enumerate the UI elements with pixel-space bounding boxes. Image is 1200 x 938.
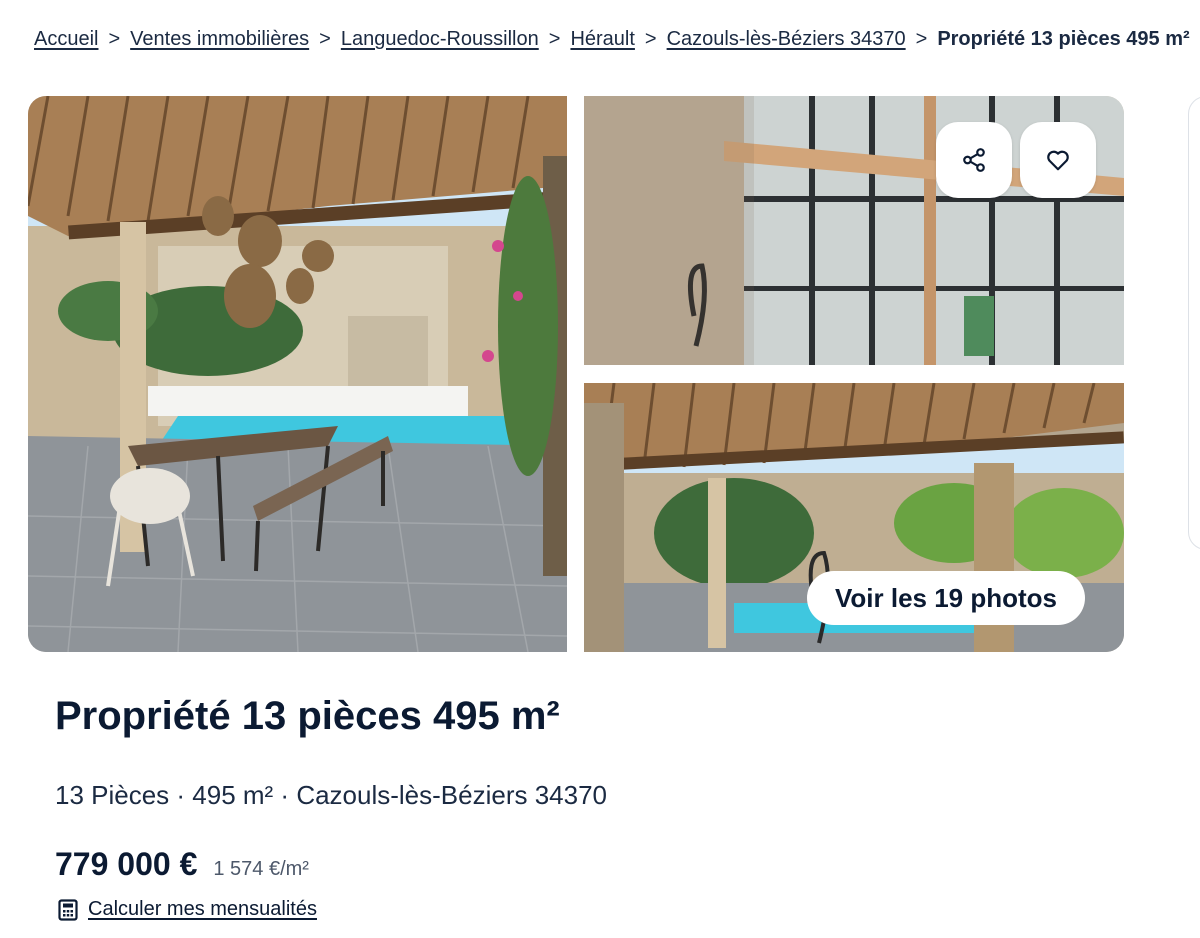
breadcrumb-separator: > <box>644 28 657 50</box>
price-row: 779 000 € 1 574 €/m² <box>55 846 309 883</box>
breadcrumb-separator: > <box>319 28 331 50</box>
listing-title: Propriété 13 pièces 495 m² <box>55 694 560 738</box>
calculate-mortgage-label[interactable]: Calculer mes mensualités <box>88 898 317 921</box>
share-button[interactable] <box>936 122 1012 198</box>
breadcrumb-link-home[interactable]: Accueil <box>34 28 98 50</box>
side-panel-card <box>1188 96 1200 550</box>
breadcrumb-link-department[interactable]: Hérault <box>570 28 634 50</box>
calculate-mortgage-link[interactable]: Calculer mes mensualités <box>58 898 317 921</box>
listing-price: 779 000 € <box>55 846 198 882</box>
breadcrumb: Accueil > Ventes immobilières > Languedoc-Ro… <box>34 24 1200 54</box>
breadcrumb-link-sales[interactable]: Ventes immobilières <box>130 28 309 50</box>
breadcrumb-separator: > <box>915 28 928 50</box>
price-per-m2: 1 574 €/m² <box>213 858 309 880</box>
view-all-photos-button[interactable]: Voir les 19 photos <box>807 571 1086 625</box>
heart-icon <box>1047 150 1069 171</box>
breadcrumb-separator: > <box>108 28 121 50</box>
breadcrumb-current: Propriété 13 pièces 495 m² <box>937 28 1190 50</box>
main-photo[interactable] <box>28 96 567 652</box>
favorite-button[interactable] <box>1020 122 1096 198</box>
breadcrumb-link-region[interactable]: Languedoc-Roussillon <box>341 28 539 50</box>
share-icon <box>963 148 985 172</box>
patio-pool-image <box>28 96 567 652</box>
calculator-icon <box>58 898 78 921</box>
listing-summary: 13 Pièces · 495 m² · Cazouls-lès-Béziers… <box>55 780 608 810</box>
photo-gallery: Voir les 19 photos <box>28 96 1124 652</box>
breadcrumb-link-city[interactable]: Cazouls-lès-Béziers 34370 <box>667 28 906 50</box>
breadcrumb-separator: > <box>548 28 561 50</box>
